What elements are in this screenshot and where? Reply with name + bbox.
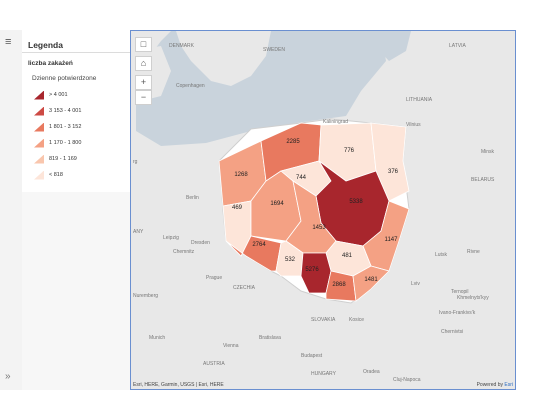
map-label: Lviv bbox=[411, 281, 420, 287]
map-label: Dresden bbox=[191, 240, 210, 246]
legend-layer-title: liczba zakażeń bbox=[28, 60, 73, 67]
legend-field-title: Dzienne potwierdzone bbox=[32, 75, 97, 82]
legend-item: < 818 bbox=[34, 167, 81, 183]
region-value-label: 469 bbox=[232, 205, 243, 211]
map-label: AUSTRIA bbox=[203, 361, 225, 367]
region-value-label: 481 bbox=[342, 253, 353, 259]
legend-swatch bbox=[34, 106, 44, 116]
map-label: ANY bbox=[133, 229, 144, 235]
region-value-label: 1453 bbox=[312, 225, 326, 231]
region-value-label: 1694 bbox=[270, 201, 284, 207]
map-label: Copenhagen bbox=[176, 83, 205, 89]
map-label: CZECHIA bbox=[233, 285, 256, 291]
map-label: Cluj-Napoca bbox=[393, 377, 421, 383]
map-label: Rivne bbox=[467, 249, 480, 255]
filter-icon[interactable]: ≡ bbox=[5, 36, 11, 48]
region-value-label: 2764 bbox=[252, 242, 266, 248]
map-label: Kosice bbox=[349, 317, 364, 323]
legend-item-label: 1 170 - 1 800 bbox=[49, 140, 82, 146]
legend-item-label: < 818 bbox=[49, 172, 63, 178]
map-label: DENMARK bbox=[169, 43, 195, 49]
map-label: LATVIA bbox=[449, 43, 467, 49]
expand-panel-icon[interactable]: » bbox=[5, 371, 11, 382]
region-value-label: 532 bbox=[285, 257, 296, 263]
powered-by: Powered by Esri bbox=[477, 382, 513, 388]
region-value-label: 2285 bbox=[286, 139, 300, 145]
legend-item-label: 1 801 - 3 152 bbox=[49, 124, 82, 130]
map-label: Munich bbox=[149, 335, 165, 341]
powered-by-link[interactable]: Esri bbox=[504, 382, 513, 388]
map-label: Bratislava bbox=[259, 335, 281, 341]
map-label: HUNGARY bbox=[311, 371, 337, 377]
map-label: Minsk bbox=[481, 149, 495, 155]
map-label: Ivano-Frankivs'k bbox=[439, 310, 476, 316]
legend-divider bbox=[22, 52, 130, 53]
map-label: Vilnius bbox=[406, 122, 421, 128]
region-value-label: 1147 bbox=[385, 237, 399, 243]
map-label: Chernivtsi bbox=[441, 329, 463, 335]
map-label: LITHUANIA bbox=[406, 97, 433, 103]
map-label: Nuremberg bbox=[133, 293, 158, 299]
map-label: Oradea bbox=[363, 369, 380, 375]
map-label: Leipzig bbox=[163, 235, 179, 241]
legend-panel: Legenda liczba zakażeń Dzienne potwierdz… bbox=[22, 30, 130, 390]
map-canvas[interactable]: 1268 2285 776 376 469 1694 744 5338 1453… bbox=[131, 31, 516, 390]
map-label: Budapest bbox=[301, 353, 323, 359]
map-label: Kaliningrad bbox=[323, 119, 348, 125]
map-attribution: Esri, HERE, Garmin, USGS | Esri, HERE bbox=[133, 382, 224, 388]
map-label: Berlin bbox=[186, 195, 199, 201]
legend-item: 1 801 - 3 152 bbox=[34, 119, 81, 135]
powered-by-label: Powered by bbox=[476, 382, 503, 388]
map-label: BELARUS bbox=[471, 177, 495, 183]
map-label: Lutsk bbox=[435, 252, 447, 258]
legend-title: Legenda bbox=[28, 40, 63, 50]
side-rail: ≡ » bbox=[0, 30, 23, 390]
legend-swatch bbox=[34, 122, 44, 132]
region-value-label: 5276 bbox=[305, 267, 319, 273]
home-icon[interactable]: ⌂ bbox=[135, 56, 152, 71]
zoom-out-icon[interactable]: − bbox=[135, 90, 152, 105]
region-value-label: 1268 bbox=[234, 172, 248, 178]
region-value-label: 2868 bbox=[332, 282, 346, 288]
basemap-icon[interactable]: □ bbox=[135, 37, 152, 52]
map-label: SWEDEN bbox=[263, 47, 285, 53]
region-value-label: 776 bbox=[344, 148, 355, 154]
region-value-label: 744 bbox=[296, 175, 307, 181]
region-value-label: 376 bbox=[388, 169, 399, 175]
legend-item: 819 - 1 169 bbox=[34, 151, 81, 167]
map-label: Khmelnyts'kyy bbox=[457, 295, 489, 301]
map-label: Prague bbox=[206, 275, 222, 281]
map-label: SLOVAKIA bbox=[311, 317, 336, 323]
legend-swatch bbox=[34, 138, 44, 148]
region-value-label: 1481 bbox=[364, 277, 378, 283]
legend-swatch bbox=[34, 170, 44, 180]
legend-swatch bbox=[34, 90, 44, 100]
legend-item: > 4 001 bbox=[34, 87, 81, 103]
legend-item-label: > 4 001 bbox=[49, 92, 68, 98]
legend-item-label: 819 - 1 169 bbox=[49, 156, 77, 162]
legend-item: 3 153 - 4 001 bbox=[34, 103, 81, 119]
legend-list: > 4 001 3 153 - 4 001 1 801 - 3 152 1 17… bbox=[34, 87, 81, 183]
legend-swatch bbox=[34, 154, 44, 164]
region-value-label: 5338 bbox=[349, 199, 363, 205]
map-label: Chemnitz bbox=[173, 249, 195, 255]
legend-item: 1 170 - 1 800 bbox=[34, 135, 81, 151]
map-label: Vienna bbox=[223, 343, 239, 349]
map-label: rg bbox=[133, 159, 138, 165]
map-view[interactable]: 1268 2285 776 376 469 1694 744 5338 1453… bbox=[130, 30, 516, 390]
zoom-in-icon[interactable]: + bbox=[135, 75, 152, 90]
legend-item-label: 3 153 - 4 001 bbox=[49, 108, 82, 114]
